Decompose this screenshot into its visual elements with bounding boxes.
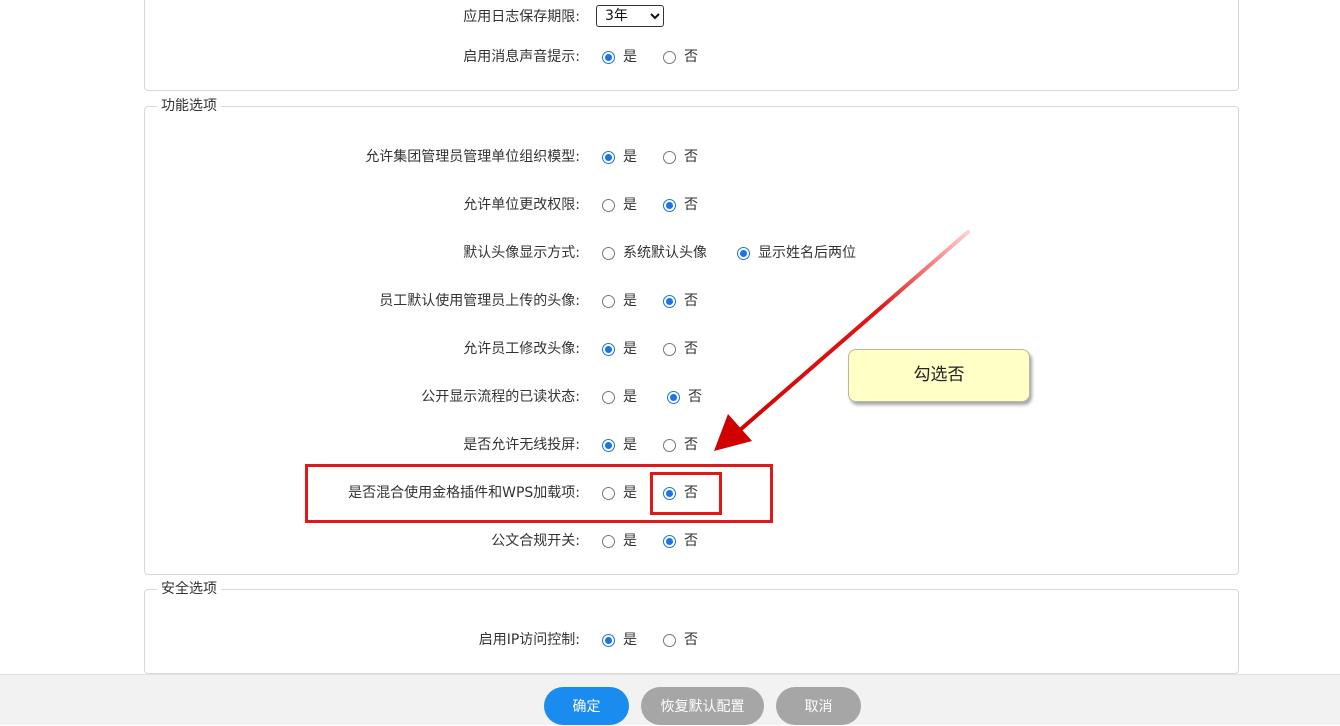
radio-selected-icon[interactable]: [602, 633, 615, 647]
option-no-text: 否: [684, 632, 698, 648]
feature-row-label: 允许集团管理员管理单位组织模型:: [365, 149, 580, 165]
annotation-callout: 勾选否: [848, 349, 1030, 402]
radio-unselected-icon[interactable]: [663, 50, 676, 64]
radio-unselected-icon[interactable]: [602, 246, 615, 260]
option-text: 否: [684, 437, 698, 453]
log-retention-row: 应用日志保存期限:: [145, 7, 580, 27]
radio-selected-icon[interactable]: [663, 534, 676, 548]
feature-option-first[interactable]: 是: [602, 147, 637, 167]
feature-option-second[interactable]: 否: [663, 339, 698, 359]
feature-option-second[interactable]: 否: [663, 147, 698, 167]
features-legend: 功能选项: [157, 97, 221, 115]
option-text: 否: [688, 389, 702, 405]
log-retention-select[interactable]: 3年: [596, 5, 664, 27]
option-text: 显示姓名后两位: [758, 245, 856, 261]
option-text: 否: [684, 341, 698, 357]
confirm-button[interactable]: 确定: [544, 687, 629, 725]
option-text: 是: [623, 149, 637, 165]
option-text: 是: [623, 341, 637, 357]
feature-option-second[interactable]: 否: [663, 291, 698, 311]
feature-row-label: 公文合规开关:: [491, 533, 580, 549]
radio-unselected-icon[interactable]: [663, 633, 676, 647]
feature-row: 默认头像显示方式:: [145, 243, 580, 263]
feature-row: 是否允许无线投屏:: [145, 435, 580, 455]
ip-control-label: 启用IP访问控制:: [478, 632, 580, 648]
radio-selected-icon[interactable]: [663, 198, 676, 212]
radio-selected-icon[interactable]: [602, 50, 615, 64]
feature-row-label: 员工默认使用管理员上传的头像:: [379, 293, 580, 309]
radio-selected-icon[interactable]: [602, 438, 615, 452]
option-text: 是: [623, 437, 637, 453]
radio-unselected-icon[interactable]: [602, 198, 615, 212]
radio-unselected-icon[interactable]: [663, 438, 676, 452]
option-text: 否: [684, 293, 698, 309]
feature-option-first[interactable]: 是: [602, 291, 637, 311]
security-panel: 安全选项 启用IP访问控制: 是 否: [144, 580, 1239, 674]
option-yes-text: 是: [623, 632, 637, 648]
ip-control-yes[interactable]: 是: [602, 630, 637, 650]
radio-selected-icon[interactable]: [737, 246, 750, 260]
option-text: 否: [684, 533, 698, 549]
feature-row-label: 是否允许无线投屏:: [463, 437, 580, 453]
radio-unselected-icon[interactable]: [602, 390, 615, 404]
radio-unselected-icon[interactable]: [602, 534, 615, 548]
feature-row-label: 允许单位更改权限:: [463, 197, 580, 213]
feature-row: 公文合规开关:: [145, 531, 580, 551]
radio-unselected-icon[interactable]: [663, 150, 676, 164]
option-text: 是: [623, 389, 637, 405]
feature-option-second[interactable]: 否: [663, 531, 698, 551]
feature-row: 员工默认使用管理员上传的头像:: [145, 291, 580, 311]
feature-option-first[interactable]: 系统默认头像: [602, 243, 707, 263]
ip-control-row: 启用IP访问控制:: [145, 630, 580, 650]
radio-selected-icon[interactable]: [667, 390, 680, 404]
ip-control-no[interactable]: 否: [663, 630, 698, 650]
highlight-option-box: [650, 472, 722, 515]
sound-alert-no[interactable]: 否: [663, 47, 698, 67]
feature-option-second[interactable]: 否: [667, 387, 702, 407]
feature-option-second[interactable]: 否: [663, 195, 698, 215]
restore-defaults-button[interactable]: 恢复默认配置: [641, 687, 764, 725]
option-text: 否: [684, 149, 698, 165]
log-retention-label: 应用日志保存期限:: [463, 9, 580, 25]
radio-selected-icon[interactable]: [602, 342, 615, 356]
sound-alert-label: 启用消息声音提示:: [463, 49, 580, 65]
option-text: 是: [623, 293, 637, 309]
feature-option-first[interactable]: 是: [602, 195, 637, 215]
radio-unselected-icon[interactable]: [602, 294, 615, 308]
feature-row-label: 公开显示流程的已读状态:: [421, 389, 580, 405]
feature-option-first[interactable]: 是: [602, 387, 637, 407]
radio-selected-icon[interactable]: [663, 294, 676, 308]
feature-row-label: 默认头像显示方式:: [463, 245, 580, 261]
cancel-button[interactable]: 取消: [776, 687, 861, 725]
feature-row: 公开显示流程的已读状态:: [145, 387, 580, 407]
feature-option-first[interactable]: 是: [602, 339, 637, 359]
option-text: 否: [684, 197, 698, 213]
radio-unselected-icon[interactable]: [663, 342, 676, 356]
feature-option-second[interactable]: 显示姓名后两位: [737, 243, 856, 263]
feature-row-label: 允许员工修改头像:: [463, 341, 580, 357]
general-panel: 应用日志保存期限: 3年 启用消息声音提示: 是 否: [144, 0, 1239, 91]
sound-alert-yes[interactable]: 是: [602, 47, 637, 67]
option-no-text: 否: [684, 49, 698, 65]
radio-selected-icon[interactable]: [602, 150, 615, 164]
feature-option-second[interactable]: 否: [663, 435, 698, 455]
action-bar: 确定 恢复默认配置 取消: [0, 674, 1340, 725]
feature-row: 允许单位更改权限:: [145, 195, 580, 215]
feature-option-first[interactable]: 是: [602, 435, 637, 455]
feature-row: 允许集团管理员管理单位组织模型:: [145, 147, 580, 167]
feature-option-first[interactable]: 是: [602, 531, 637, 551]
sound-alert-row: 启用消息声音提示:: [145, 47, 580, 67]
option-text: 是: [623, 197, 637, 213]
option-yes-text: 是: [623, 49, 637, 65]
feature-row: 允许员工修改头像:: [145, 339, 580, 359]
option-text: 系统默认头像: [623, 245, 707, 261]
option-text: 是: [623, 533, 637, 549]
security-legend: 安全选项: [157, 580, 221, 598]
